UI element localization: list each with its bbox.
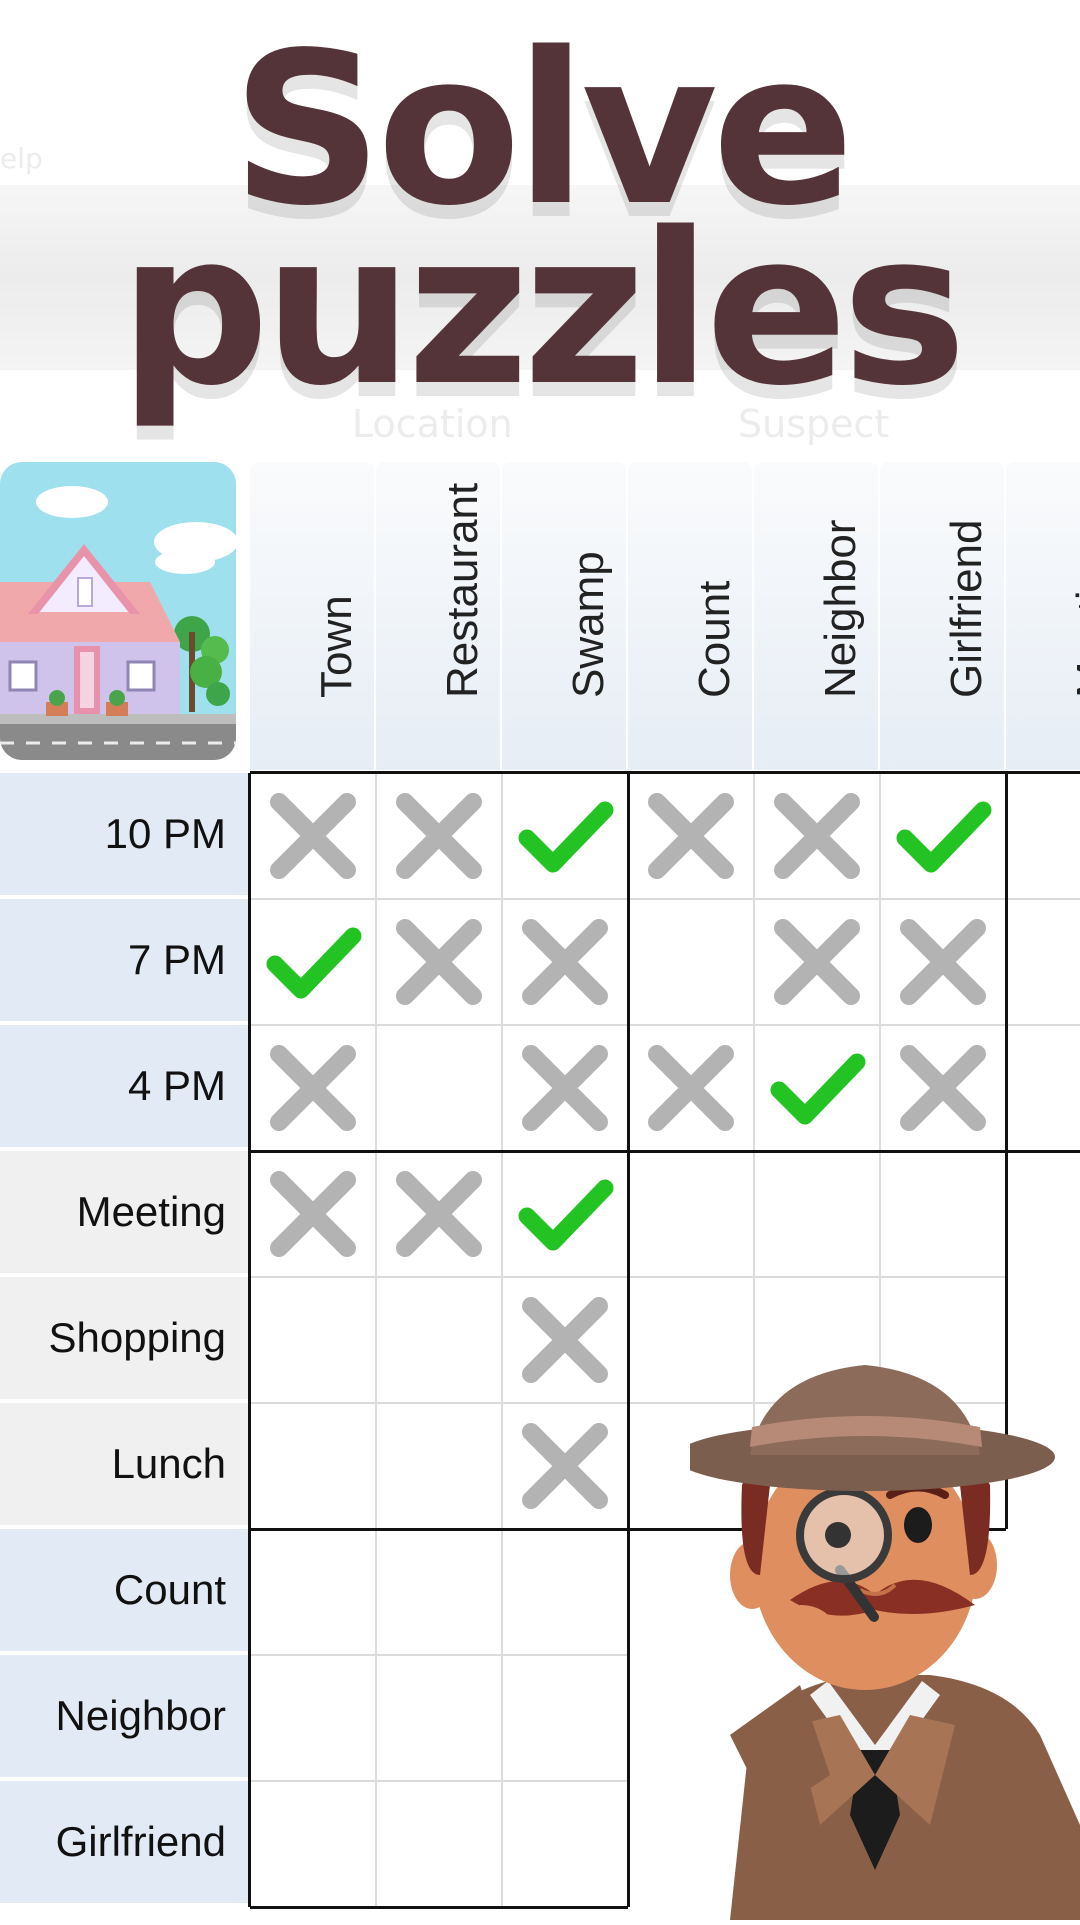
house-illustration	[0, 462, 236, 760]
grid-cell[interactable]	[376, 1025, 502, 1151]
column-label: Swamp	[564, 551, 613, 698]
cross-icon	[396, 793, 482, 879]
row-header-7pm: 7 PM	[0, 899, 248, 1023]
grid-cell[interactable]	[376, 1277, 502, 1403]
grid-cell[interactable]	[376, 773, 502, 899]
cross-icon	[522, 1045, 608, 1131]
column-header-restaurant: Restaurant	[376, 462, 500, 770]
grid-line	[250, 1654, 628, 1656]
grid-cell[interactable]	[502, 773, 628, 899]
check-icon	[896, 801, 992, 873]
grid-cell[interactable]	[376, 1781, 502, 1907]
headline-puzzles: puzzles	[119, 187, 967, 432]
cross-icon	[270, 793, 356, 879]
check-icon	[518, 801, 614, 873]
row-header-lunch: Lunch	[0, 1403, 248, 1527]
grid-cell[interactable]	[376, 1403, 502, 1529]
grid-cell[interactable]	[502, 1403, 628, 1529]
grid-cell[interactable]	[880, 899, 1006, 1025]
cross-icon	[270, 1171, 356, 1257]
grid-line	[375, 1529, 377, 1907]
row-header-shopping: Shopping	[0, 1277, 248, 1401]
grid-cell[interactable]	[754, 1151, 880, 1277]
column-label: Girlfriend	[942, 519, 991, 699]
row-header-10pm: 10 PM	[0, 773, 248, 897]
column-label: Count	[690, 580, 739, 698]
cross-icon	[396, 919, 482, 1005]
grid-line	[250, 1780, 628, 1782]
grid-cell[interactable]	[250, 1655, 376, 1781]
grid-cell[interactable]	[502, 1025, 628, 1151]
cross-icon	[270, 1045, 356, 1131]
cross-icon	[900, 919, 986, 1005]
grid-cell[interactable]	[502, 1781, 628, 1907]
check-icon	[518, 1179, 614, 1251]
column-header-count: Count	[628, 462, 752, 770]
column-header-town: Town	[250, 462, 374, 770]
grid-border	[250, 1528, 628, 1531]
row-header-meeting: Meeting	[0, 1151, 248, 1275]
row-header-girlfriend: Girlfriend	[0, 1781, 248, 1905]
cross-icon	[648, 793, 734, 879]
grid-cell[interactable]	[502, 899, 628, 1025]
column-label: Restaurant	[438, 482, 487, 698]
grid-cell[interactable]	[502, 1277, 628, 1403]
grid-border	[250, 1906, 628, 1909]
grid-line	[501, 1529, 503, 1907]
check-icon	[770, 1053, 866, 1125]
grid-border	[248, 773, 251, 1907]
cross-icon	[900, 1045, 986, 1131]
cross-icon	[774, 919, 860, 1005]
row-header-4pm: 4 PM	[0, 1025, 248, 1149]
grid-cell[interactable]	[250, 899, 376, 1025]
column-label: Meeting	[1068, 541, 1080, 698]
grid-cell[interactable]	[880, 773, 1006, 899]
grid-cell[interactable]	[250, 1277, 376, 1403]
column-header-swamp: Swamp	[502, 462, 626, 770]
detective-icon	[675, 1355, 1080, 1920]
grid-cell[interactable]	[250, 1151, 376, 1277]
grid-cell[interactable]	[250, 1529, 376, 1655]
cross-icon	[648, 1045, 734, 1131]
grid-cell[interactable]	[880, 1025, 1006, 1151]
grid-border	[627, 773, 630, 1907]
grid-cell[interactable]	[250, 1781, 376, 1907]
column-label: Town	[312, 595, 361, 698]
grid-cell[interactable]	[880, 1151, 1006, 1277]
grid-cell[interactable]	[376, 899, 502, 1025]
cross-icon	[396, 1171, 482, 1257]
grid-border	[250, 1150, 1080, 1153]
cross-icon	[522, 1423, 608, 1509]
grid-cell[interactable]	[250, 1403, 376, 1529]
cross-icon	[774, 793, 860, 879]
cross-icon	[522, 1297, 608, 1383]
grid-cell[interactable]	[1006, 1025, 1080, 1151]
column-label: Neighbor	[816, 519, 865, 698]
grid-cell[interactable]	[502, 1655, 628, 1781]
grid-cell[interactable]	[628, 1025, 754, 1151]
column-header-girlfriend: Girlfriend	[880, 462, 1004, 770]
grid-cell[interactable]	[250, 773, 376, 899]
grid-cell[interactable]	[1006, 773, 1080, 899]
column-header-meeting: Meeting	[1006, 462, 1080, 770]
grid-cell[interactable]	[250, 1025, 376, 1151]
grid-border	[250, 771, 1080, 774]
grid-cell[interactable]	[628, 1151, 754, 1277]
grid-cell[interactable]	[376, 1655, 502, 1781]
grid-cell[interactable]	[628, 773, 754, 899]
grid-cell[interactable]	[754, 899, 880, 1025]
grid-cell[interactable]	[502, 1151, 628, 1277]
grid-cell[interactable]	[754, 1025, 880, 1151]
grid-cell[interactable]	[754, 773, 880, 899]
check-icon	[266, 927, 362, 999]
grid-cell[interactable]	[376, 1529, 502, 1655]
grid-cell[interactable]	[628, 899, 754, 1025]
grid-cell[interactable]	[502, 1529, 628, 1655]
grid-cell[interactable]	[1006, 899, 1080, 1025]
cross-icon	[522, 919, 608, 1005]
row-header-neighbor: Neighbor	[0, 1655, 248, 1779]
column-header-neighbor: Neighbor	[754, 462, 878, 770]
grid-cell[interactable]	[376, 1151, 502, 1277]
row-header-count: Count	[0, 1529, 248, 1653]
